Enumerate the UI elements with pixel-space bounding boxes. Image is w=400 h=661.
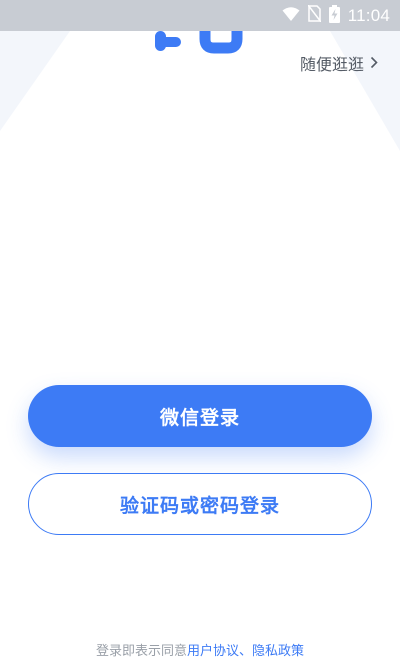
status-bar: 11:04	[0, 0, 400, 31]
status-icons: 11:04	[282, 0, 390, 31]
user-agreement-link[interactable]: 用户协议	[187, 644, 239, 659]
code-password-login-button[interactable]: 验证码或密码登录	[28, 473, 372, 535]
browse-link[interactable]: 随便逛逛	[300, 51, 378, 75]
no-sim-icon	[307, 4, 322, 26]
app-logo	[150, 25, 246, 55]
wechat-login-button[interactable]: 微信登录	[28, 385, 372, 447]
chevron-right-icon	[370, 54, 378, 73]
browse-label: 随便逛逛	[299, 55, 364, 74]
privacy-policy-link[interactable]: 隐私政策	[252, 644, 304, 659]
battery-charging-icon	[328, 4, 340, 27]
agreement-text: 登录即表示同意用户协议、隐私政策	[0, 640, 400, 659]
agreement-separator: 、	[239, 644, 253, 659]
wifi-icon	[282, 6, 300, 26]
agreement-prefix: 登录即表示同意	[95, 644, 187, 659]
status-time: 11:04	[347, 5, 390, 25]
